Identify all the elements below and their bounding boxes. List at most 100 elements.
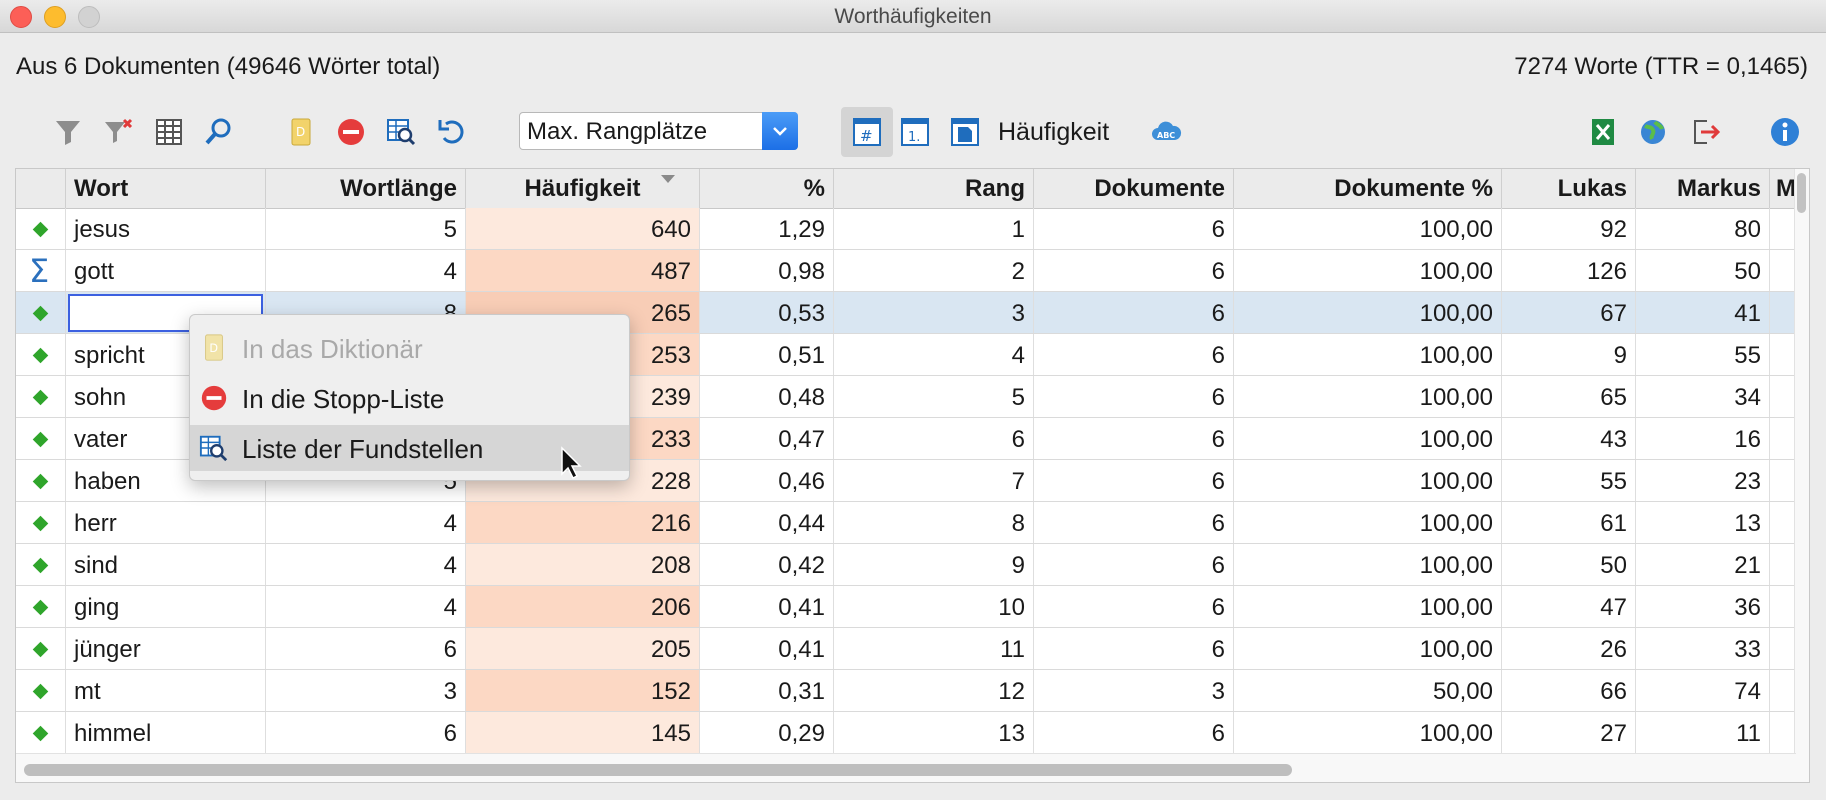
- cell-haeufigkeit[interactable]: 640: [466, 208, 700, 249]
- cell-percent[interactable]: 0,29: [700, 712, 834, 753]
- cell-dokumente[interactable]: 6: [1034, 292, 1234, 333]
- cell-markus[interactable]: 33: [1636, 628, 1770, 669]
- cell-wortlaenge[interactable]: 6: [266, 712, 466, 753]
- cell-haeufigkeit[interactable]: 216: [466, 502, 700, 543]
- column-header-haeufigkeit[interactable]: Häufigkeit: [466, 169, 700, 208]
- undo-icon[interactable]: [432, 112, 472, 152]
- cell-dokumente[interactable]: 6: [1034, 502, 1234, 543]
- cell-dokumente-percent[interactable]: 50,00: [1234, 670, 1502, 711]
- column-header-markus[interactable]: Markus: [1636, 169, 1770, 208]
- cell-lukas[interactable]: 92: [1502, 208, 1636, 249]
- cell-wortlaenge[interactable]: 4: [266, 586, 466, 627]
- cell-dokumente[interactable]: 6: [1034, 460, 1234, 501]
- cell-rang[interactable]: 4: [834, 334, 1034, 375]
- document-icon[interactable]: [945, 112, 985, 152]
- cell-rang[interactable]: 11: [834, 628, 1034, 669]
- cell-rang[interactable]: 6: [834, 418, 1034, 459]
- cell-lukas[interactable]: 26: [1502, 628, 1636, 669]
- cell-rang[interactable]: 9: [834, 544, 1034, 585]
- cell-lukas[interactable]: 126: [1502, 250, 1636, 291]
- cell-dokumente[interactable]: 6: [1034, 250, 1234, 291]
- cell-dokumente-percent[interactable]: 100,00: [1234, 544, 1502, 585]
- rank-icon[interactable]: 1.: [895, 112, 935, 152]
- cell-haeufigkeit[interactable]: 208: [466, 544, 700, 585]
- cell-wortlaenge[interactable]: 3: [266, 670, 466, 711]
- keyword-in-context-icon[interactable]: [381, 112, 421, 152]
- menu-item-add-to-dictionary[interactable]: D In das Diktionär: [190, 325, 629, 371]
- cell-markus[interactable]: 50: [1636, 250, 1770, 291]
- cell-markus[interactable]: 34: [1636, 376, 1770, 417]
- cell-percent[interactable]: 0,31: [700, 670, 834, 711]
- cell-markus[interactable]: 80: [1636, 208, 1770, 249]
- cell-percent[interactable]: 0,47: [700, 418, 834, 459]
- cell-dokumente[interactable]: 6: [1034, 712, 1234, 753]
- column-header-dokumente[interactable]: Dokumente: [1034, 169, 1234, 208]
- horizontal-scrollbar-thumb[interactable]: [24, 764, 1292, 776]
- cell-lukas[interactable]: 66: [1502, 670, 1636, 711]
- search-icon[interactable]: [199, 112, 239, 152]
- table-row[interactable]: sind 4 208 0,42 9 6 100,00 50 21: [16, 544, 1796, 586]
- column-header-marker[interactable]: [16, 169, 66, 208]
- cell-percent[interactable]: 0,42: [700, 544, 834, 585]
- column-header-wort[interactable]: Wort: [66, 169, 266, 208]
- cell-percent[interactable]: 0,48: [700, 376, 834, 417]
- cell-haeufigkeit[interactable]: 205: [466, 628, 700, 669]
- cell-lukas[interactable]: 9: [1502, 334, 1636, 375]
- exit-export-icon[interactable]: [1685, 112, 1725, 152]
- horizontal-scrollbar[interactable]: [16, 753, 1796, 782]
- cell-markus[interactable]: 23: [1636, 460, 1770, 501]
- cell-percent[interactable]: 0,46: [700, 460, 834, 501]
- cell-lukas[interactable]: 67: [1502, 292, 1636, 333]
- cell-dokumente-percent[interactable]: 100,00: [1234, 712, 1502, 753]
- cell-markus[interactable]: 36: [1636, 586, 1770, 627]
- cell-haeufigkeit[interactable]: 145: [466, 712, 700, 753]
- cell-wortlaenge[interactable]: 4: [266, 250, 466, 291]
- table-row[interactable]: jesus 5 640 1,29 1 6 100,00 92 80: [16, 208, 1796, 250]
- cell-dokumente-percent[interactable]: 100,00: [1234, 628, 1502, 669]
- cell-percent[interactable]: 0,41: [700, 628, 834, 669]
- cell-dokumente-percent[interactable]: 100,00: [1234, 292, 1502, 333]
- filter-icon[interactable]: [48, 112, 88, 152]
- cell-rang[interactable]: 13: [834, 712, 1034, 753]
- cell-rang[interactable]: 3: [834, 292, 1034, 333]
- cell-markus[interactable]: 13: [1636, 502, 1770, 543]
- menu-item-add-to-stop-list[interactable]: In die Stopp-Liste: [190, 375, 629, 421]
- info-icon[interactable]: [1765, 112, 1805, 152]
- vertical-scrollbar[interactable]: [1794, 169, 1809, 782]
- cell-markus[interactable]: 21: [1636, 544, 1770, 585]
- cell-wort[interactable]: gott: [66, 250, 266, 291]
- cell-dokumente-percent[interactable]: 100,00: [1234, 376, 1502, 417]
- table-row[interactable]: herr 4 216 0,44 8 6 100,00 61 13: [16, 502, 1796, 544]
- cell-percent[interactable]: 0,44: [700, 502, 834, 543]
- column-header-percent[interactable]: %: [700, 169, 834, 208]
- cell-dokumente-percent[interactable]: 100,00: [1234, 418, 1502, 459]
- cell-dokumente[interactable]: 6: [1034, 628, 1234, 669]
- cell-dokumente-percent[interactable]: 100,00: [1234, 334, 1502, 375]
- cell-dokumente[interactable]: 3: [1034, 670, 1234, 711]
- absolute-numbers-icon[interactable]: #: [841, 107, 893, 157]
- cell-percent[interactable]: 1,29: [700, 208, 834, 249]
- cell-rang[interactable]: 1: [834, 208, 1034, 249]
- cell-rang[interactable]: 12: [834, 670, 1034, 711]
- cell-rang[interactable]: 5: [834, 376, 1034, 417]
- columns-icon[interactable]: [149, 112, 189, 152]
- max-ranks-select[interactable]: Max. Rangplätze: [519, 112, 798, 150]
- cell-wort[interactable]: jünger: [66, 628, 266, 669]
- cell-haeufigkeit[interactable]: 487: [466, 250, 700, 291]
- cell-wort[interactable]: mt: [66, 670, 266, 711]
- cell-markus[interactable]: 11: [1636, 712, 1770, 753]
- table-row[interactable]: jünger 6 205 0,41 11 6 100,00 26 33: [16, 628, 1796, 670]
- cell-lukas[interactable]: 47: [1502, 586, 1636, 627]
- chevron-down-icon[interactable]: [762, 112, 798, 150]
- cell-wort[interactable]: himmel: [66, 712, 266, 753]
- cell-lukas[interactable]: 43: [1502, 418, 1636, 459]
- column-header-dokumente-percent[interactable]: Dokumente %: [1234, 169, 1502, 208]
- cell-percent[interactable]: 0,53: [700, 292, 834, 333]
- vertical-scrollbar-thumb[interactable]: [1797, 173, 1806, 213]
- cell-lukas[interactable]: 61: [1502, 502, 1636, 543]
- cell-lukas[interactable]: 65: [1502, 376, 1636, 417]
- cell-markus[interactable]: 74: [1636, 670, 1770, 711]
- table-row[interactable]: Σgott 4 487 0,98 2 6 100,00 126 50: [16, 250, 1796, 292]
- cell-dokumente[interactable]: 6: [1034, 586, 1234, 627]
- excel-export-icon[interactable]: [1583, 112, 1623, 152]
